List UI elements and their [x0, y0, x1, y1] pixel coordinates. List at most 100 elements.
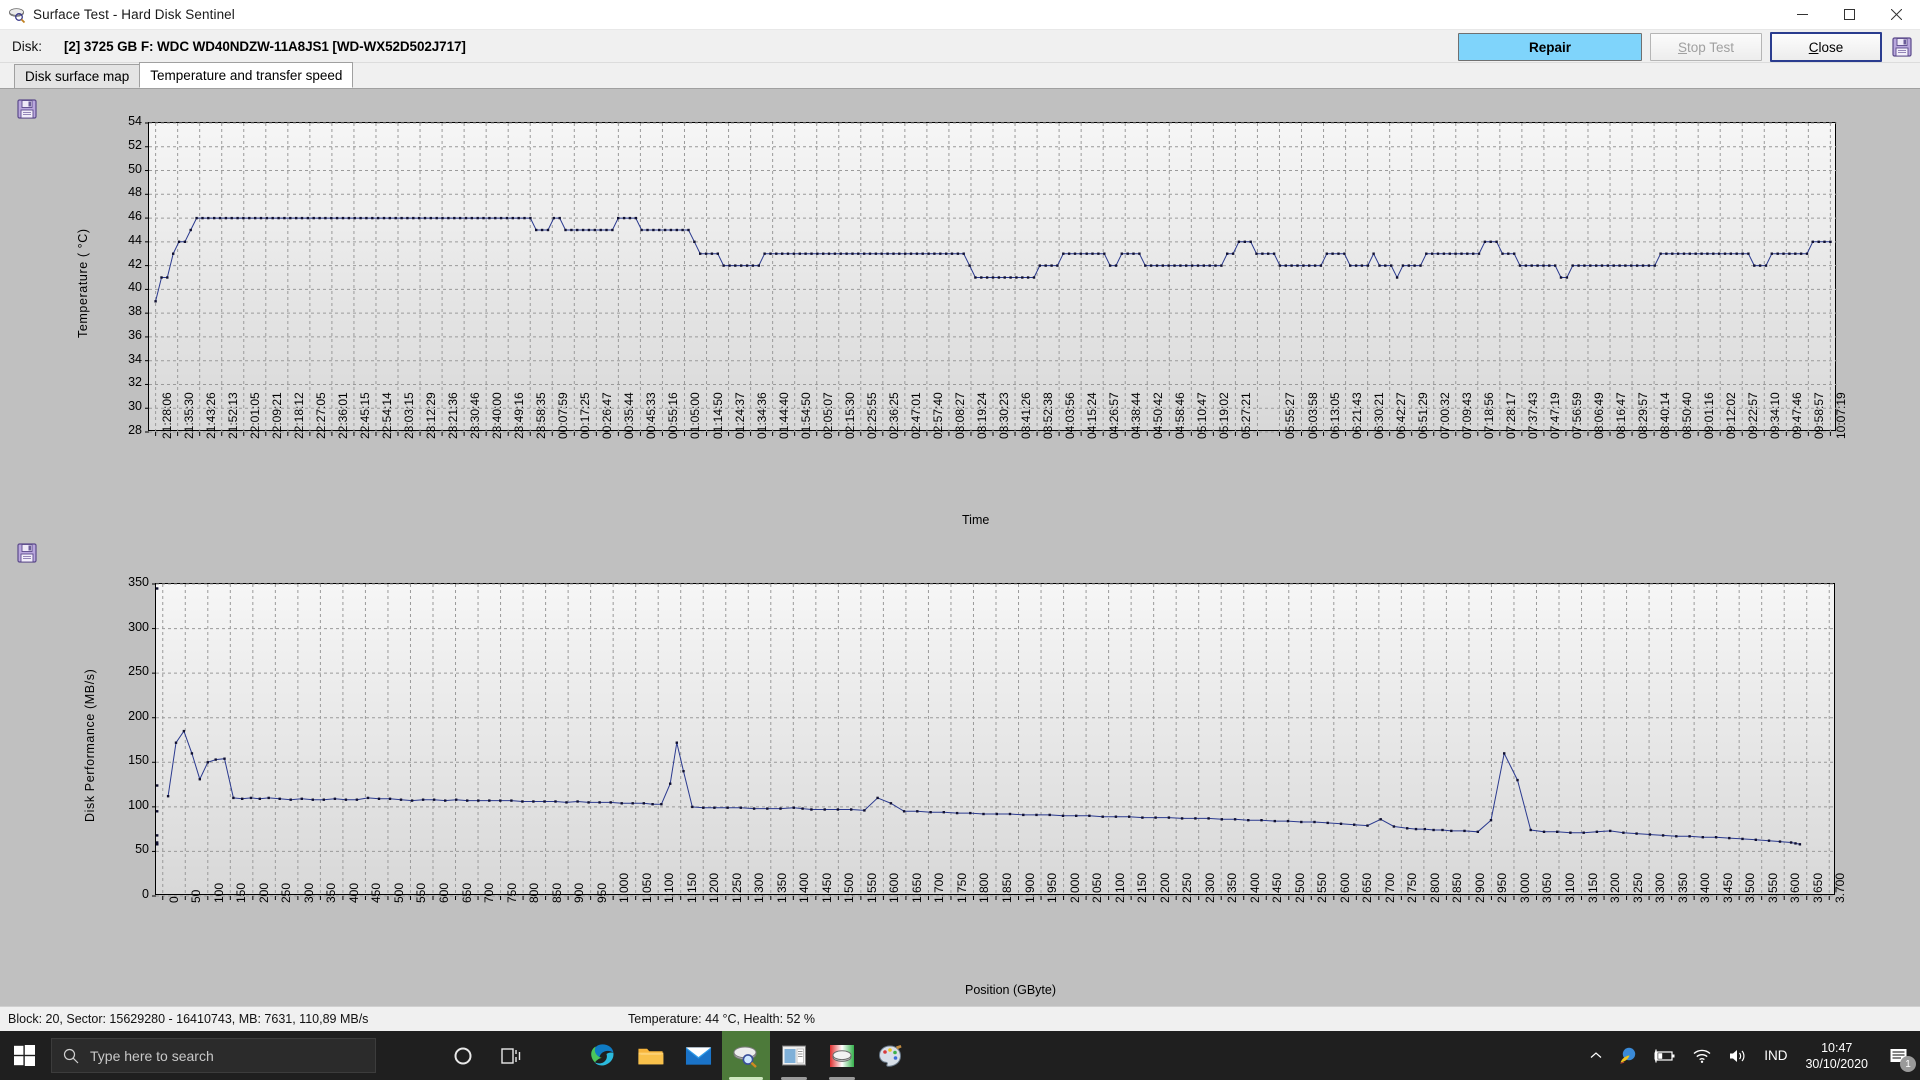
- x-axis-tick-label: 3.250: [1630, 872, 1645, 903]
- tab-temperature-and-transfer-speed[interactable]: Temperature and transfer speed: [139, 62, 354, 88]
- cortana-circle-icon[interactable]: [439, 1031, 487, 1080]
- x-axis-tick-label: 1.250: [729, 872, 744, 903]
- task-view-icon[interactable]: [487, 1031, 535, 1080]
- x-axis-tick-label: 2.450: [1270, 872, 1285, 903]
- x-axis-tick-label: 07:56:59: [1569, 392, 1584, 439]
- x-axis-tick-label: 21:28:06: [159, 392, 174, 439]
- x-axis-tick-label: 22:18:12: [291, 392, 306, 439]
- x-axis-tick-label: 08:29:57: [1636, 392, 1651, 439]
- y-axis-tick-label: 40: [128, 280, 142, 295]
- x-axis-tick-label: 750: [504, 882, 519, 903]
- windows-start-icon[interactable]: [0, 1031, 48, 1080]
- x-axis-tick-label: 04:15:24: [1085, 392, 1100, 439]
- y-axis-tick-label: 50: [135, 842, 149, 857]
- x-axis-tick-label: 2.000: [1067, 872, 1082, 903]
- x-axis-tick-label: 850: [549, 882, 564, 903]
- x-axis-tick-label: 3.700: [1833, 872, 1848, 903]
- disk-performance-chart: 0 50 100 150 200 250 300 350 0 50 100 150 200 250 300 3…: [83, 575, 1847, 997]
- x-axis-tick-label: 01:44:40: [776, 392, 791, 439]
- repair-button[interactable]: Repair: [1458, 33, 1642, 61]
- show-hidden-icons-icon[interactable]: [1582, 1031, 1610, 1080]
- x-axis-tick-label: 08:06:49: [1591, 392, 1606, 439]
- close-accel: C: [1808, 39, 1819, 55]
- y-axis-tick-label: 200: [128, 708, 149, 723]
- x-axis-tick-label: 00:17:25: [578, 392, 593, 439]
- x-axis-tick-label: 2.900: [1472, 872, 1487, 903]
- x-axis-tick-label: 07:00:32: [1437, 392, 1452, 439]
- x-axis-tick-label: 22:27:05: [313, 392, 328, 439]
- x-axis-tick-label: 2.600: [1337, 872, 1352, 903]
- stop-test-button[interactable]: Stop Test: [1650, 33, 1762, 61]
- stop-test-rest: top Test: [1686, 39, 1735, 55]
- x-axis-tick-label: 04:38:44: [1129, 392, 1144, 439]
- maximize-button[interactable]: [1826, 0, 1873, 29]
- status-bar: Block: 20, Sector: 15629280 - 16410743, …: [0, 1006, 1920, 1031]
- x-axis-tick-label: 800: [527, 882, 542, 903]
- content-area: 28 30 32 34 36 38 40 42 44 46 48 50 52 54 21:28:06 21:3…: [0, 89, 1920, 1006]
- internet-download-manager-icon[interactable]: [1610, 1031, 1646, 1080]
- stop-test-accel: S: [1677, 39, 1687, 55]
- x-axis-tick-label: 1.100: [662, 872, 677, 903]
- status-block-info: Block: 20, Sector: 15629280 - 16410743, …: [8, 1012, 369, 1026]
- search-icon: [52, 1048, 79, 1064]
- x-axis-tick-label: 1.350: [774, 872, 789, 903]
- mail-icon[interactable]: [674, 1031, 722, 1080]
- x-axis-tick-label: 07:37:43: [1525, 392, 1540, 439]
- minimize-button[interactable]: [1779, 0, 1826, 29]
- y-axis-tick-label: 42: [128, 256, 142, 271]
- close-button[interactable]: [1873, 0, 1920, 29]
- x-axis-tick-label: 1.050: [639, 872, 654, 903]
- app-window-icon[interactable]: [770, 1031, 818, 1080]
- x-axis-tick-label: 05:27:21: [1239, 392, 1254, 439]
- save-performance-chart-icon[interactable]: [14, 541, 40, 565]
- y-axis-tick-label: 44: [128, 232, 142, 247]
- file-explorer-icon[interactable]: [626, 1031, 674, 1080]
- x-axis-tick-label: 23:40:00: [490, 392, 505, 439]
- hard-disk-sentinel-window: Surface Test - Hard Disk Sentinel Disk: …: [0, 0, 1920, 1031]
- language-indicator[interactable]: IND: [1756, 1031, 1795, 1080]
- tab-disk-surface-map[interactable]: Disk surface map: [14, 64, 141, 88]
- x-axis-tick-label: 00:55:16: [666, 392, 681, 439]
- x-axis-tick-label: 21:43:26: [203, 392, 218, 439]
- disk-tool-icon[interactable]: [818, 1031, 866, 1080]
- paint-icon[interactable]: [866, 1031, 914, 1080]
- x-axis-tick-label: 300: [301, 882, 316, 903]
- x-axis-tick-label: 2.250: [1180, 872, 1195, 903]
- save-floppy-icon[interactable]: [1890, 35, 1914, 59]
- y-axis-tick-label: 28: [128, 423, 142, 437]
- taskbar-clock[interactable]: 10:47 30/10/2020: [1795, 1040, 1878, 1072]
- x-axis-tick-label: 03:30:23: [997, 392, 1011, 439]
- search-input[interactable]: Type here to search: [51, 1038, 376, 1073]
- tab-strip: Disk surface map Temperature and transfe…: [0, 62, 1920, 89]
- close-dialog-button[interactable]: Close: [1770, 32, 1882, 62]
- x-axis-tick-label: 0: [166, 896, 181, 903]
- disk-bar: Disk: [2] 3725 GB F: WDC WD40NDZW-11A8JS…: [0, 30, 1920, 63]
- x-axis-tick-label: 03:52:38: [1041, 392, 1056, 439]
- x-axis-tick-label: 02:15:30: [842, 392, 857, 439]
- x-axis-tick-label: 07:09:43: [1459, 392, 1474, 439]
- x-axis-tick-label: 2.950: [1495, 872, 1510, 903]
- x-axis-tick-label: 04:26:57: [1107, 392, 1122, 439]
- x-axis-tick-label: 2.300: [1202, 872, 1217, 903]
- y-axis-tick-label: 300: [128, 619, 149, 634]
- save-temperature-chart-icon[interactable]: [14, 97, 40, 121]
- x-axis-tick-label: 09:12:02: [1724, 392, 1739, 439]
- volume-icon[interactable]: [1720, 1031, 1756, 1080]
- window-title: Surface Test - Hard Disk Sentinel: [33, 7, 235, 22]
- x-axis-tick-label: 3.150: [1585, 872, 1600, 903]
- data-line: [155, 217, 1831, 302]
- hard-disk-sentinel-icon[interactable]: [722, 1031, 770, 1080]
- x-axis-tick-label: 100: [211, 882, 226, 903]
- x-axis-tick-label: 1.550: [864, 872, 879, 903]
- wifi-icon[interactable]: [1684, 1031, 1720, 1080]
- x-axis-tick-label: 22:54:14: [379, 392, 394, 439]
- y-axis-tick-label: 32: [128, 375, 142, 390]
- x-axis-tick-label: 21:35:30: [181, 392, 196, 439]
- x-axis-tick-label: 3.200: [1608, 872, 1623, 903]
- search-placeholder: Type here to search: [90, 1047, 214, 1064]
- battery-charging-icon[interactable]: [1646, 1031, 1684, 1080]
- action-center-icon[interactable]: 1: [1878, 1031, 1920, 1080]
- edge-icon[interactable]: [578, 1031, 626, 1080]
- x-axis-tick-label: 23:30:46: [468, 392, 483, 439]
- x-axis-tick-label: 3.450: [1720, 872, 1735, 903]
